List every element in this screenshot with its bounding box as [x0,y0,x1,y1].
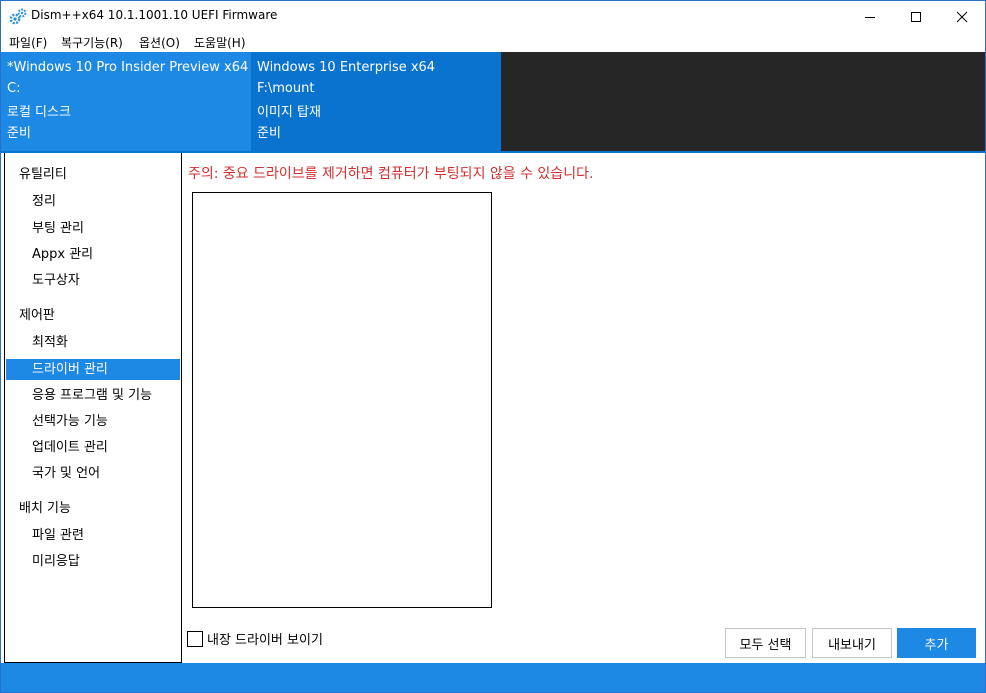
driver-list[interactable] [192,192,492,608]
sidebar-group-utilities[interactable]: 유틸리티 [19,163,67,182]
session-tab-mount[interactable]: Windows 10 Enterprise x64 F:\mount 이미지 탑… [251,52,501,151]
sidebar-group-deployment[interactable]: 배치 기능 [19,497,71,516]
session-path: C: [7,81,21,96]
session-path: F:\mount [257,81,315,96]
session-status: 준비 [257,126,281,141]
session-status: 준비 [7,126,31,141]
session-type: 이미지 탑재 [257,105,321,120]
session-tab-c[interactable]: *Windows 10 Pro Insider Preview x64 C: 로… [1,52,251,151]
show-builtin-label[interactable]: 내장 드라이버 보이기 [207,629,323,648]
menu-recovery[interactable]: 복구기능(R) [61,34,123,51]
status-bar [1,663,985,692]
sidebar-item-boot[interactable]: 부팅 관리 [6,218,180,239]
session-type: 로컬 디스크 [7,105,71,120]
show-builtin-checkbox[interactable] [187,630,203,647]
select-all-button[interactable]: 모두 선택 [725,628,806,658]
sidebar-item-file-assoc[interactable]: 파일 관련 [6,525,180,546]
sidebar: 유틸리티 정리 부팅 관리 Appx 관리 도구상자 제어판 최적화 드라이버 … [4,153,182,663]
sidebar-item-updates[interactable]: 업데이트 관리 [6,437,180,458]
sidebar-group-control-panel[interactable]: 제어판 [19,304,55,323]
menu-bar: 파일(F) 복구기능(R) 옵션(O) 도움말(H) [1,32,985,52]
minimize-icon[interactable] [847,1,893,32]
menu-options[interactable]: 옵션(O) [139,34,180,51]
maximize-icon[interactable] [893,1,939,32]
session-bar: *Windows 10 Pro Insider Preview x64 C: 로… [1,52,985,151]
sidebar-item-toolbox[interactable]: 도구상자 [6,270,180,291]
session-name: Windows 10 Enterprise x64 [257,60,436,75]
sidebar-item-drivers[interactable]: 드라이버 관리 [6,359,180,380]
sidebar-item-apps[interactable]: 응용 프로그램 및 기능 [6,385,180,406]
sidebar-item-answer-file[interactable]: 미리응답 [6,551,180,572]
close-icon[interactable] [939,1,985,32]
sidebar-item-optional-features[interactable]: 선택가능 기능 [6,411,180,432]
sidebar-item-cleanup[interactable]: 정리 [6,191,180,212]
menu-help[interactable]: 도움말(H) [194,34,246,51]
export-button[interactable]: 내보내기 [812,628,892,658]
window-title: Dism++x64 10.1.1001.10 UEFI Firmware [31,8,278,22]
warning-text: 주의: 중요 드라이브를 제거하면 컴퓨터가 부팅되지 않을 수 있습니다. [188,166,594,182]
gears-icon [9,8,27,26]
sidebar-item-region-language[interactable]: 국가 및 언어 [6,463,180,484]
sidebar-item-appx[interactable]: Appx 관리 [6,244,180,265]
menu-file[interactable]: 파일(F) [9,34,47,51]
title-bar[interactable]: Dism++x64 10.1.1001.10 UEFI Firmware [1,1,985,32]
add-button[interactable]: 추가 [897,628,976,658]
session-name: *Windows 10 Pro Insider Preview x64 [7,60,249,75]
show-builtin-toggle[interactable]: 내장 드라이버 보이기 [187,629,323,648]
main-panel: 주의: 중요 드라이브를 제거하면 컴퓨터가 부팅되지 않을 수 있습니다. 내… [182,153,985,663]
app-window: Dism++x64 10.1.1001.10 UEFI Firmware 파일(… [0,0,986,693]
sidebar-item-optimize[interactable]: 최적화 [6,332,180,353]
